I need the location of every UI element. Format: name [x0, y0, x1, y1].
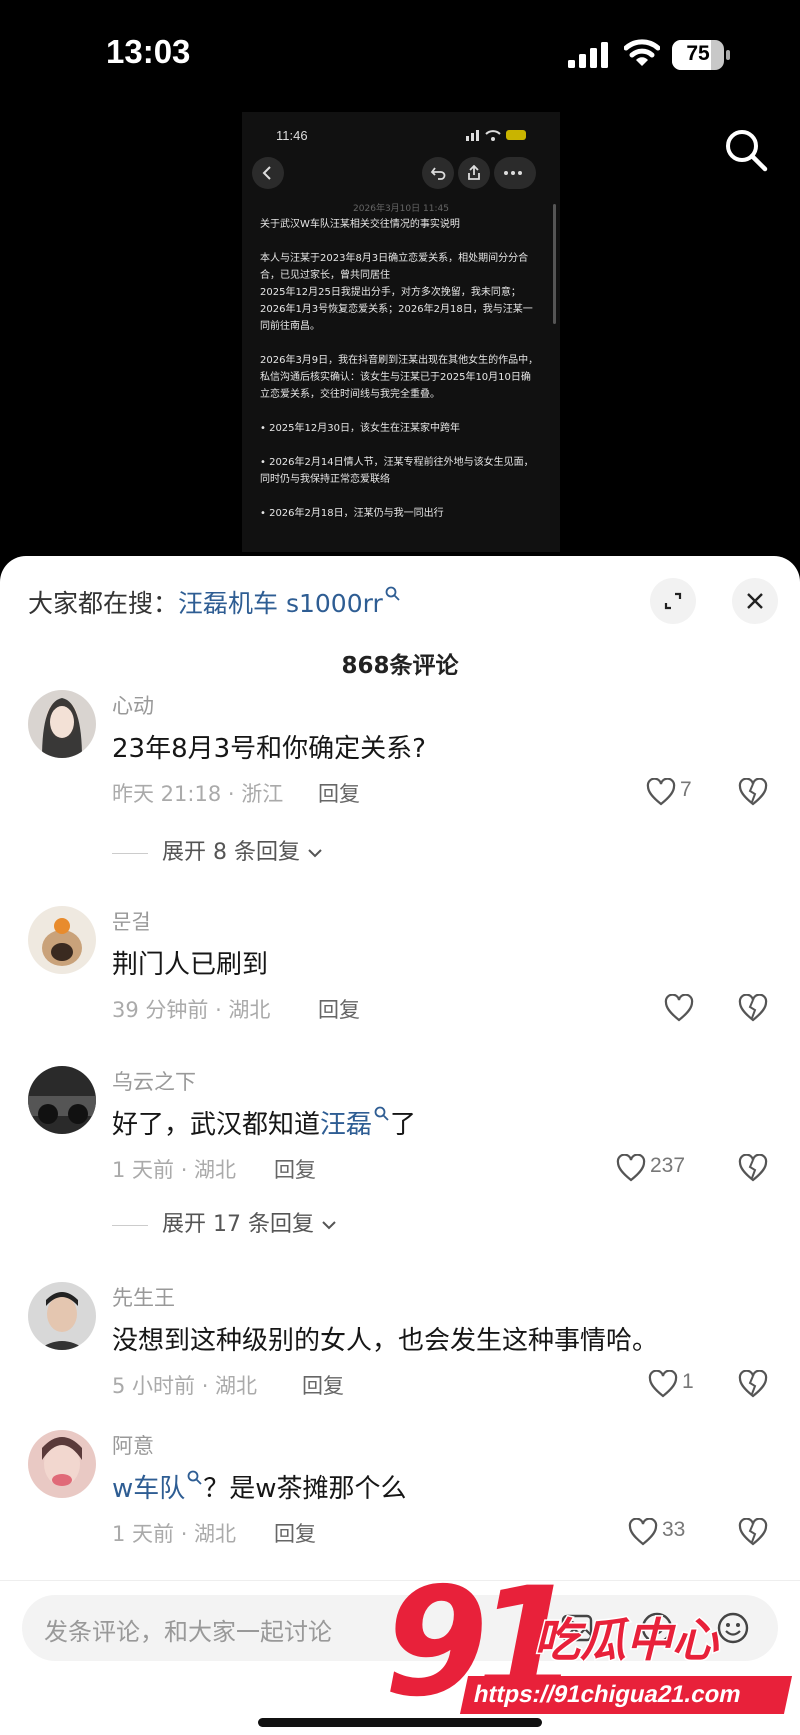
comment-text: 没想到这种级别的女人，也会发生这种事情哈。 [112, 1326, 659, 1356]
avatar[interactable] [28, 1282, 96, 1350]
like-count: 1 [682, 1370, 694, 1393]
cellular-signal-icon [568, 42, 608, 68]
inner-statement-text: 关于武汉W车队汪某相关交往情况的事实说明 本人与汪某于2023年8月3日确立恋爱… [260, 219, 539, 519]
heart-icon [616, 1154, 646, 1182]
avatar[interactable] [28, 1066, 96, 1134]
expand-icon [664, 592, 682, 610]
comment-meta: 1 天前 · 湖北 [112, 1522, 237, 1546]
avatar[interactable] [28, 690, 96, 758]
battery-percent: 75 [686, 42, 710, 65]
expand-replies[interactable]: 展开 8 条回复 [112, 834, 323, 866]
avatar[interactable] [28, 1430, 96, 1498]
status-time: 13:03 [106, 33, 191, 70]
heart-icon [646, 778, 676, 806]
heart-icon [648, 1370, 678, 1398]
reply-button[interactable]: 回复 [302, 1370, 344, 1400]
wifi-icon [624, 39, 660, 66]
comment-input-placeholder: 发条评论，和大家一起讨论 [44, 1618, 332, 1646]
reply-button[interactable]: 回复 [274, 1154, 316, 1184]
heart-icon [664, 994, 694, 1022]
trending-search-term[interactable]: 汪磊机车 s1000rr [178, 589, 383, 618]
comment-author[interactable]: 乌云之下 [112, 1066, 196, 1096]
watermark-logo: 91 吃瓜中心 https://91chigua21.com [384, 1556, 800, 1735]
trending-search[interactable]: 大家都在搜：汪磊机车 s1000rr [28, 584, 401, 620]
like-count: 33 [662, 1518, 686, 1541]
dislike-broken-heart-icon[interactable] [738, 1518, 768, 1546]
inner-status-time: 11:46 [276, 128, 308, 143]
reply-button[interactable]: 回复 [318, 778, 360, 808]
expand-replies-label: 展开 8 条回复 [162, 840, 300, 865]
dislike-broken-heart-icon[interactable] [738, 1154, 768, 1182]
like-count: 7 [680, 778, 692, 801]
watermark-url: https://91chigua21.com [459, 1676, 793, 1714]
search-term-icon [374, 1106, 389, 1121]
expand-replies[interactable]: 展开 17 条回复 [112, 1206, 337, 1238]
comment-meta: 昨天 21:18 · 浙江 [112, 782, 284, 806]
comment-author[interactable]: 阿意 [112, 1430, 154, 1460]
trending-search-prefix: 大家都在搜： [28, 589, 179, 618]
inner-back-button [252, 157, 284, 189]
chevron-down-icon [322, 1221, 336, 1230]
comment-author[interactable]: 先生王 [112, 1282, 175, 1312]
comment-text: 23年8月3号和你确定关系? [112, 734, 426, 764]
dislike-broken-heart-icon[interactable] [738, 1370, 768, 1398]
inner-date: 2026年3月10日 11:45 [353, 204, 449, 214]
comment-meta: 5 小时前 · 湖北 [112, 1374, 258, 1398]
reply-button[interactable]: 回复 [274, 1518, 316, 1548]
inner-more-button [494, 157, 536, 189]
comment-text: w车队 ？是w茶摊那个么 [112, 1468, 407, 1505]
comment-search-link[interactable]: w车队 [112, 1474, 185, 1504]
comment-author[interactable]: 心动 [112, 690, 154, 720]
dislike-broken-heart-icon[interactable] [738, 778, 768, 806]
battery-icon: 75 [672, 40, 730, 70]
expand-sheet-button[interactable] [650, 578, 696, 624]
inner-undo-button [422, 157, 454, 189]
search-term-icon [385, 586, 400, 601]
reply-button[interactable]: 回复 [318, 994, 360, 1024]
close-sheet-button[interactable] [732, 578, 778, 624]
heart-icon [628, 1518, 658, 1546]
comment-meta: 39 分钟前 · 湖北 [112, 998, 271, 1022]
comment-search-link[interactable]: 汪磊 [320, 1110, 372, 1140]
inner-status-icons [466, 130, 526, 141]
search-term-icon [187, 1470, 202, 1485]
search-icon[interactable] [724, 128, 768, 172]
comment-author[interactable]: 문걸 [112, 906, 151, 936]
comment-text-part: 了 [390, 1110, 417, 1140]
close-icon [747, 593, 763, 609]
avatar[interactable] [28, 906, 96, 974]
status-bar: 13:03 75 [0, 0, 800, 110]
comment-text-part: 好了，武汉都知道 [112, 1110, 321, 1140]
comment-text: 好了，武汉都知道汪磊了 [112, 1104, 416, 1141]
inner-scrollbar [553, 204, 556, 324]
embedded-screenshot: 11:46 2026年3月10日 11:45 关于武汉W车队汪某相关交往情况的事… [242, 112, 560, 552]
chevron-down-icon [308, 849, 322, 858]
expand-replies-label: 展开 17 条回复 [162, 1212, 314, 1237]
watermark-text: 吃瓜中心 [533, 1612, 720, 1669]
like-count: 237 [650, 1154, 686, 1177]
dislike-broken-heart-icon[interactable] [738, 994, 768, 1022]
comment-meta: 1 天前 · 湖北 [112, 1158, 237, 1182]
inner-share-button [458, 157, 490, 189]
comment-text: 荆门人已刷到 [112, 950, 269, 980]
comment-text-part: ？是w茶摊那个么 [203, 1474, 407, 1504]
comment-count: 868条评论 [341, 653, 459, 679]
